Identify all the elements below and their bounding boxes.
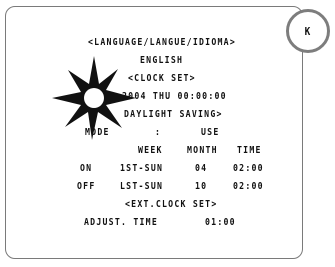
callout-key: K xyxy=(304,24,312,38)
clock-set-header: <CLOCK SET> xyxy=(128,73,196,84)
row-on-time[interactable]: 02:00 xyxy=(233,163,264,175)
callout-circle: K xyxy=(286,9,330,53)
row-on-week[interactable]: 1ST-SUN xyxy=(120,163,163,175)
starburst-blink-icon xyxy=(52,56,136,140)
mode-colon: : xyxy=(155,127,162,138)
row-on-state: ON xyxy=(80,163,93,174)
column-month: MONTH xyxy=(187,145,218,156)
mode-value[interactable]: USE xyxy=(201,127,220,139)
adjust-time-value[interactable]: 01:00 xyxy=(205,217,236,229)
row-off-time[interactable]: 02:00 xyxy=(233,181,264,193)
row-off-state: OFF xyxy=(77,181,96,192)
language-value[interactable]: ENGLISH xyxy=(140,55,183,67)
row-off-month[interactable]: 10 xyxy=(195,181,207,193)
clock-date-time[interactable]: 2004 THU 00:00:00 xyxy=(122,91,227,103)
column-week: WEEK xyxy=(138,145,163,156)
ext-clock-set-header: <EXT.CLOCK SET> xyxy=(125,199,218,210)
column-time: TIME xyxy=(237,145,262,156)
daylight-saving-header: DAYLIGHT SAVING> xyxy=(124,109,223,120)
adjust-time-label: ADJUST. TIME xyxy=(84,217,159,228)
row-on-month[interactable]: 04 xyxy=(195,163,207,175)
language-menu-title: <LANGUAGE/LANGUE/IDIOMA> xyxy=(88,37,237,48)
row-off-week[interactable]: LST-SUN xyxy=(120,181,163,193)
